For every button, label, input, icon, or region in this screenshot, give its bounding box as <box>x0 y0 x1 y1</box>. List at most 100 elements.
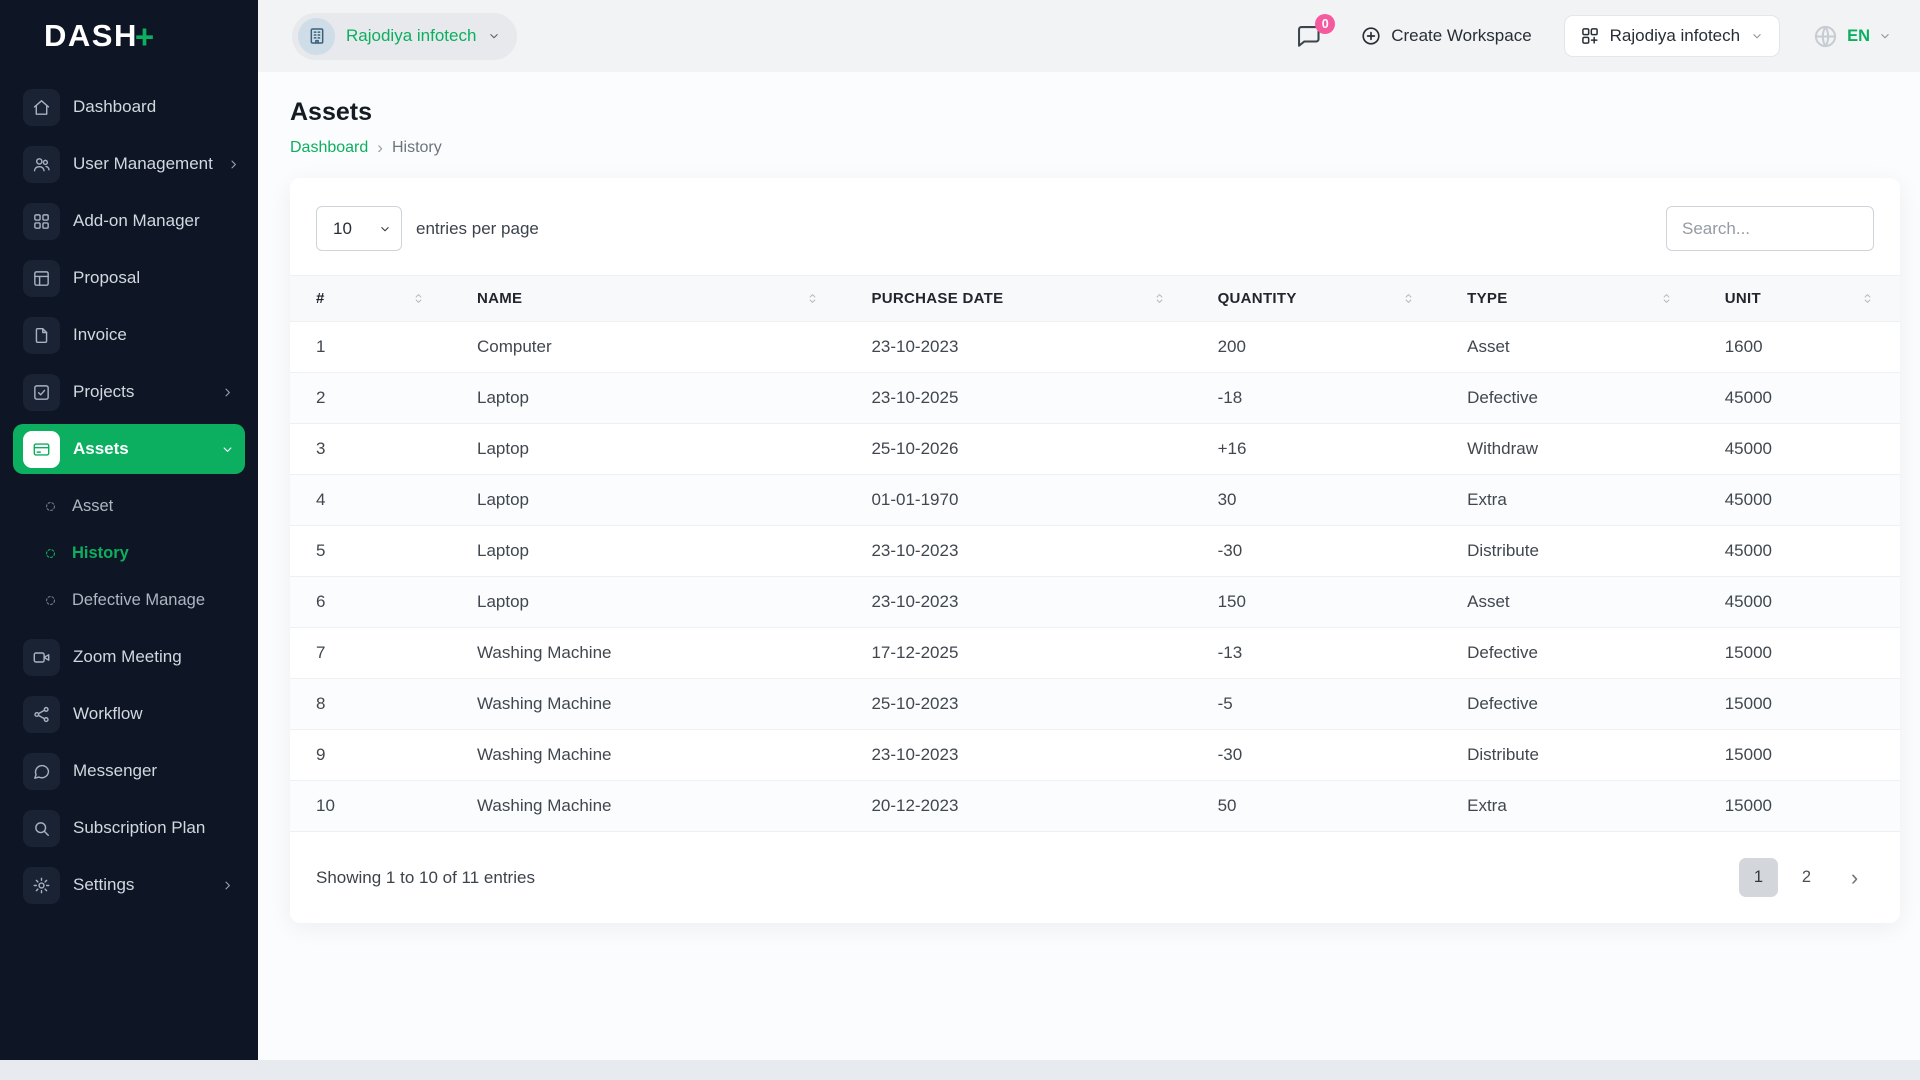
cell-unit: 45000 <box>1698 423 1900 475</box>
sidebar-item-invoice[interactable]: Invoice <box>13 310 245 360</box>
sidebar-item-projects[interactable]: Projects <box>13 367 245 417</box>
sidebar-subitem-label: History <box>72 544 129 562</box>
column-header-label: NAME <box>477 290 523 307</box>
column-header-index[interactable]: # <box>290 276 451 322</box>
cell-name: Laptop <box>451 525 846 577</box>
sidebar: DASH + Dashboard User Management Add-on Ma… <box>0 0 258 1060</box>
table-row: 8 Washing Machine 25-10-2023 -5 Defective 150… <box>290 678 1900 730</box>
pagination: 1 2 › <box>1739 858 1874 897</box>
cell-purchase-date: 25-10-2023 <box>845 678 1192 730</box>
sidebar-item-settings[interactable]: Settings <box>13 860 245 910</box>
sidebar-item-messenger[interactable]: Messenger <box>13 746 245 796</box>
sidebar-item-add-on-manager[interactable]: Add-on Manager <box>13 196 245 246</box>
main-column: Rajodiya infotech 0 Create Workspace Raj… <box>258 0 1920 1060</box>
sidebar-item-zoom-meeting[interactable]: Zoom Meeting <box>13 632 245 682</box>
chevron-right-icon <box>220 878 235 893</box>
dot-circle-icon <box>43 546 58 561</box>
chevron-down-icon <box>487 29 501 43</box>
column-header-label: TYPE <box>1467 290 1508 307</box>
entries-per-page-select[interactable]: 10 <box>316 206 402 251</box>
sidebar-subitem-asset[interactable]: Asset <box>19 483 245 530</box>
cell-name: Laptop <box>451 576 846 628</box>
sidebar-item-workflow[interactable]: Workflow <box>13 689 245 739</box>
sidebar-item-proposal[interactable]: Proposal <box>13 253 245 303</box>
cell-type: Defective <box>1441 627 1699 679</box>
cell-index: 4 <box>290 474 451 526</box>
cell-quantity: 50 <box>1191 780 1442 832</box>
cell-name: Laptop <box>451 474 846 526</box>
table-footer: Showing 1 to 10 of 11 entries 1 2 › <box>290 832 1900 897</box>
sidebar-item-label: Projects <box>73 382 135 401</box>
sidebar-item-dashboard[interactable]: Dashboard <box>13 82 245 132</box>
table-controls: 10 entries per page <box>290 206 1900 251</box>
cell-unit: 15000 <box>1698 627 1900 679</box>
sort-icon <box>1402 292 1415 305</box>
building-icon <box>298 17 335 55</box>
grid-plus-icon <box>1580 26 1600 46</box>
table-row: 6 Laptop 23-10-2023 150 Asset 45000 <box>290 576 1900 628</box>
cell-index: 3 <box>290 423 451 475</box>
history-table: # NAME PURCHASE DATE QUANTITY TYPE UNIT 1 Comp… <box>290 275 1900 832</box>
messages-button[interactable]: 0 <box>1289 13 1336 56</box>
column-header-label: QUANTITY <box>1217 290 1297 307</box>
plus-circle-icon <box>1360 25 1382 47</box>
cell-type: Distribute <box>1441 729 1699 781</box>
pagination-page-2[interactable]: 2 <box>1787 858 1826 897</box>
cell-index: 8 <box>290 678 451 730</box>
search-input[interactable] <box>1666 206 1874 251</box>
brand-logo[interactable]: DASH + <box>0 0 258 72</box>
pagination-next-button[interactable]: › <box>1835 858 1874 897</box>
home-icon <box>23 88 60 126</box>
sidebar-item-label: Invoice <box>73 325 127 344</box>
cell-quantity: -13 <box>1191 627 1442 679</box>
entries-per-page-label: entries per page <box>416 218 539 238</box>
column-header-quantity[interactable]: QUANTITY <box>1192 276 1442 322</box>
create-workspace-button[interactable]: Create Workspace <box>1354 24 1537 48</box>
column-header-type[interactable]: TYPE <box>1441 276 1699 322</box>
table-row: 1 Computer 23-10-2023 200 Asset 1600 <box>290 321 1900 373</box>
sort-icon <box>1153 292 1166 305</box>
sidebar-subitem-label: Defective Manage <box>72 591 205 609</box>
workspace-switcher[interactable]: Rajodiya infotech <box>292 12 518 60</box>
cell-type: Asset <box>1441 576 1699 628</box>
table-row: 2 Laptop 23-10-2025 -18 Defective 45000 <box>290 372 1900 424</box>
chevron-down-icon <box>1750 29 1764 43</box>
column-header-unit[interactable]: UNIT <box>1699 276 1900 322</box>
language-selector[interactable]: EN <box>1806 22 1898 51</box>
share-icon <box>23 695 60 733</box>
page-content: Assets Dashboard › History 10 entries pe… <box>258 72 1920 1060</box>
sidebar-item-user-management[interactable]: User Management <box>13 139 245 189</box>
cell-quantity: -18 <box>1191 372 1442 424</box>
sidebar-item-label: Proposal <box>73 268 141 287</box>
sort-icon <box>806 292 819 305</box>
cell-name: Laptop <box>451 423 846 475</box>
workspace-switcher-label: Rajodiya infotech <box>346 26 477 45</box>
cell-name: Washing Machine <box>451 780 846 832</box>
table-row: 10 Washing Machine 20-12-2023 50 Extra 15000 <box>290 780 1900 832</box>
cell-type: Defective <box>1441 372 1699 424</box>
sidebar-subitem-history[interactable]: History <box>19 530 245 577</box>
cell-unit: 15000 <box>1698 678 1900 730</box>
workspace-menu-label: Rajodiya infotech <box>1609 26 1741 45</box>
sidebar-item-label: Subscription Plan <box>73 818 206 837</box>
column-header-purchase-date[interactable]: PURCHASE DATE <box>845 276 1191 322</box>
breadcrumb-dashboard-link[interactable]: Dashboard <box>290 139 368 157</box>
topbar-actions: 0 Create Workspace Rajodiya infotech EN <box>1289 13 1898 57</box>
sidebar-item-assets[interactable]: Assets <box>13 424 245 474</box>
cell-type: Defective <box>1441 678 1699 730</box>
sidebar-item-label: Workflow <box>73 704 143 723</box>
cell-quantity: 150 <box>1191 576 1442 628</box>
grid-icon <box>23 202 60 240</box>
sidebar-item-subscription-plan[interactable]: Subscription Plan <box>13 803 245 853</box>
column-header-name[interactable]: NAME <box>451 276 845 322</box>
cell-purchase-date: 20-12-2023 <box>845 780 1192 832</box>
workspace-menu-button[interactable]: Rajodiya infotech <box>1563 15 1781 57</box>
sidebar-subitem-defective-manage[interactable]: Defective Manage <box>19 577 245 624</box>
video-icon <box>23 638 60 676</box>
pagination-page-1[interactable]: 1 <box>1739 858 1778 897</box>
card-icon <box>23 430 60 468</box>
sidebar-item-label: Zoom Meeting <box>73 647 182 666</box>
messages-badge: 0 <box>1315 13 1336 34</box>
cell-type: Distribute <box>1441 525 1699 577</box>
cell-unit: 45000 <box>1698 576 1900 628</box>
